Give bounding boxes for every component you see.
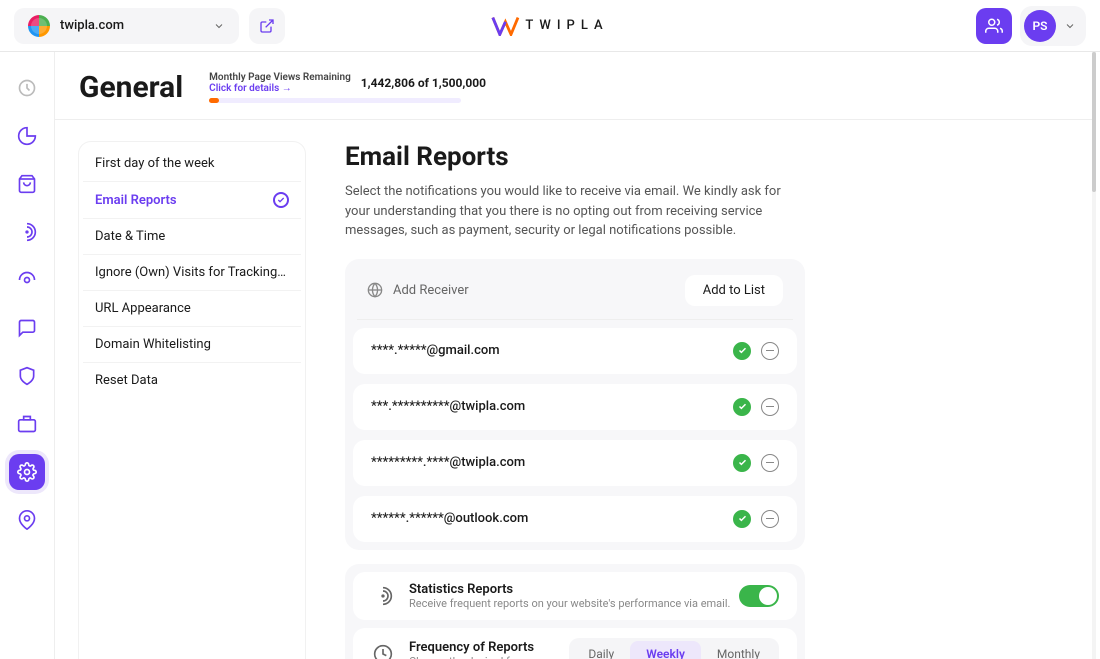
verified-icon bbox=[733, 398, 751, 416]
nav-ecommerce[interactable] bbox=[9, 166, 45, 202]
scrollbar[interactable] bbox=[1092, 52, 1096, 659]
site-favicon bbox=[28, 15, 50, 37]
nav-visitors[interactable] bbox=[9, 262, 45, 298]
frequency-subtitle: Choose the desired frequency bbox=[409, 655, 554, 659]
logo-mark-icon bbox=[491, 16, 519, 36]
verified-icon bbox=[733, 510, 751, 528]
nav-dashboard[interactable] bbox=[9, 70, 45, 106]
logo: TWIPLA bbox=[491, 16, 608, 36]
add-receiver-label: Add Receiver bbox=[393, 283, 469, 298]
settings-menu: First day of the week Email Reports Date… bbox=[79, 142, 305, 659]
nav-feedback[interactable] bbox=[9, 310, 45, 346]
scroll-thumb[interactable] bbox=[1092, 52, 1096, 192]
avatar: PS bbox=[1024, 10, 1056, 42]
logo-text: TWIPLA bbox=[525, 18, 608, 33]
external-link-icon bbox=[259, 18, 275, 34]
email-item: ******.******@outlook.com bbox=[353, 496, 797, 542]
nav-settings[interactable] bbox=[9, 454, 45, 490]
nav-privacy[interactable] bbox=[9, 358, 45, 394]
settings-item-domain-whitelist[interactable]: Domain Whitelisting bbox=[83, 327, 301, 363]
remove-button[interactable] bbox=[761, 342, 779, 360]
frequency-group: DailyWeeklyMonthly bbox=[569, 638, 779, 659]
nav-stats[interactable] bbox=[9, 118, 45, 154]
remove-button[interactable] bbox=[761, 454, 779, 472]
settings-item-first-day[interactable]: First day of the week bbox=[83, 146, 301, 182]
site-selector[interactable]: twipla.com bbox=[14, 8, 239, 44]
settings-item-ignore-visits[interactable]: Ignore (Own) Visits for Tracking b... bbox=[83, 255, 301, 291]
usage-count: 1,442,806 of 1,500,000 bbox=[361, 76, 486, 90]
settings-item-reset-data[interactable]: Reset Data bbox=[83, 363, 301, 398]
verified-icon bbox=[733, 342, 751, 360]
settings-item-email-reports[interactable]: Email Reports bbox=[83, 182, 301, 219]
email-item: *********.****@twipla.com bbox=[353, 440, 797, 486]
nav-behavior[interactable] bbox=[9, 214, 45, 250]
page-title: General bbox=[79, 70, 183, 105]
usage-details-link[interactable]: Click for details → bbox=[209, 83, 351, 94]
settings-item-date-time[interactable]: Date & Time bbox=[83, 219, 301, 255]
sidebar-nav bbox=[0, 52, 55, 659]
settings-item-url-appearance[interactable]: URL Appearance bbox=[83, 291, 301, 327]
users-icon bbox=[985, 17, 1003, 35]
stats-report-title: Statistics Reports bbox=[409, 582, 730, 597]
email-address: ***.**********@twipla.com bbox=[371, 399, 525, 414]
stats-report-subtitle: Receive frequent reports on your website… bbox=[409, 597, 730, 610]
receivers-card: Add Receiver Add to List ****.*****@gmai… bbox=[345, 259, 805, 550]
add-to-list-button[interactable]: Add to List bbox=[685, 275, 783, 306]
frequency-option-daily[interactable]: Daily bbox=[572, 641, 630, 659]
site-name: twipla.com bbox=[60, 18, 124, 33]
usage-label: Monthly Page Views Remaining bbox=[209, 72, 351, 83]
remove-button[interactable] bbox=[761, 398, 779, 416]
profile-menu[interactable]: PS bbox=[1020, 6, 1086, 46]
email-address: ******.******@outlook.com bbox=[371, 511, 528, 526]
email-address: *********.****@twipla.com bbox=[371, 455, 525, 470]
panel-title: Email Reports bbox=[345, 142, 805, 172]
team-button[interactable] bbox=[976, 8, 1012, 44]
panel-description: Select the notifications you would like … bbox=[345, 182, 805, 241]
nav-location[interactable] bbox=[9, 502, 45, 538]
frequency-option-monthly[interactable]: Monthly bbox=[701, 641, 776, 659]
clock-icon bbox=[371, 642, 395, 659]
stats-icon bbox=[371, 584, 395, 608]
frequency-title: Frequency of Reports bbox=[409, 640, 554, 655]
settings-item-label: Email Reports bbox=[95, 193, 177, 208]
verified-icon bbox=[733, 454, 751, 472]
usage-widget: Monthly Page Views Remaining Click for d… bbox=[209, 72, 486, 103]
remove-button[interactable] bbox=[761, 510, 779, 528]
check-circle-icon bbox=[273, 192, 289, 208]
email-item: ****.*****@gmail.com bbox=[353, 328, 797, 374]
chevron-down-icon bbox=[213, 20, 225, 32]
nav-billing[interactable] bbox=[9, 406, 45, 442]
email-address: ****.*****@gmail.com bbox=[371, 343, 500, 358]
stats-report-toggle[interactable] bbox=[739, 585, 779, 607]
reports-config-card: Statistics Reports Receive frequent repo… bbox=[345, 564, 805, 659]
email-item: ***.**********@twipla.com bbox=[353, 384, 797, 430]
open-external-button[interactable] bbox=[249, 8, 285, 44]
usage-bar bbox=[209, 98, 461, 103]
globe-icon bbox=[367, 282, 383, 298]
frequency-option-weekly[interactable]: Weekly bbox=[630, 641, 701, 659]
chevron-down-icon bbox=[1064, 20, 1076, 32]
